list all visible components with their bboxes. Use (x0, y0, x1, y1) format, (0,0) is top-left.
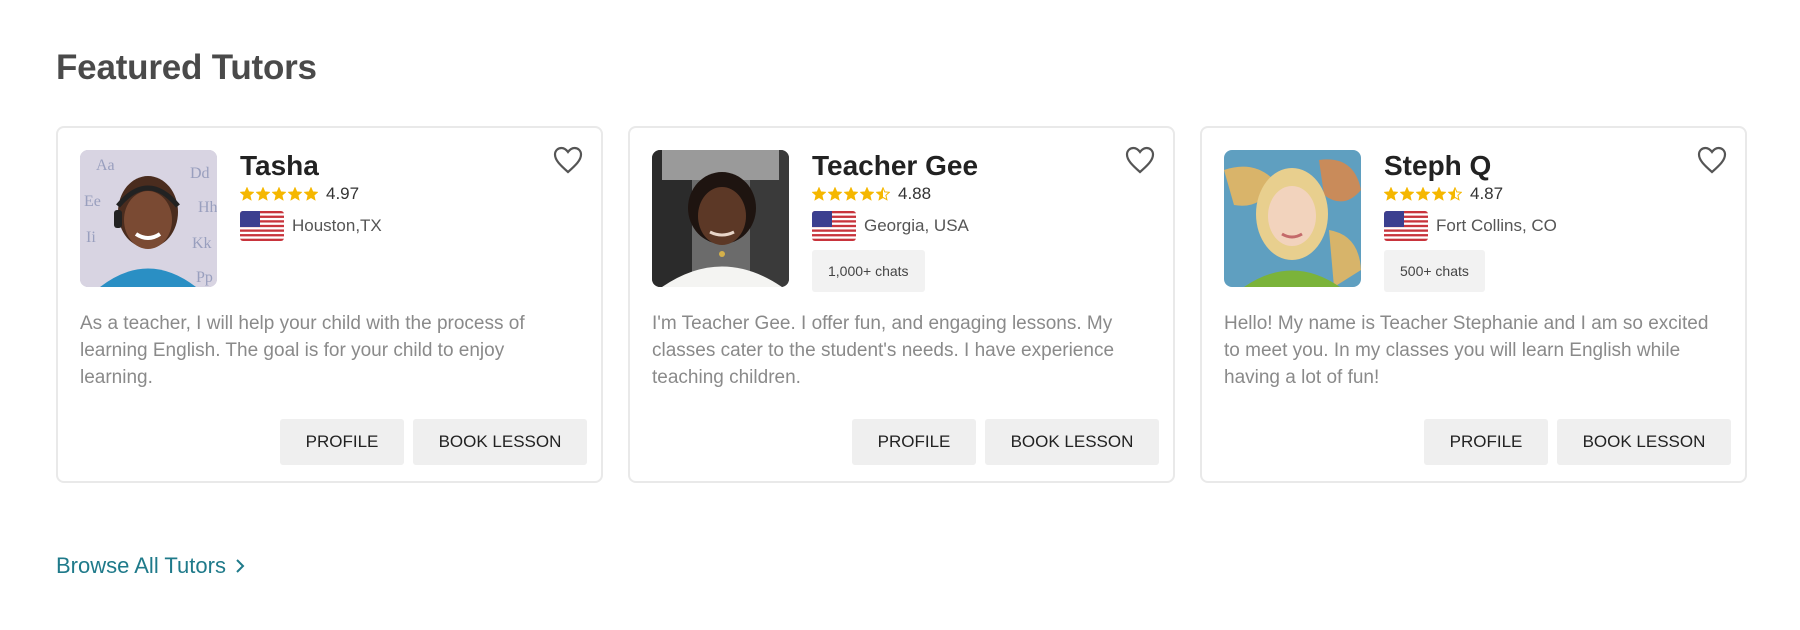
svg-text:Dd: Dd (190, 165, 210, 182)
location-row: Georgia, USA (812, 211, 969, 241)
svg-text:Pp: Pp (196, 269, 213, 286)
star-rating (812, 187, 890, 201)
tutor-card: Aa Dd Ee Hh Ii Kk Pp Tasha 4.97 Houston,… (56, 126, 603, 483)
star-full-icon (828, 187, 842, 201)
rating-row: 4.87 (1384, 184, 1503, 204)
svg-text:Aa: Aa (96, 157, 115, 174)
book-lesson-button[interactable]: BOOK LESSON (1557, 419, 1731, 465)
rating-value: 4.88 (898, 184, 932, 203)
star-full-icon (1416, 187, 1430, 201)
tutor-photo[interactable] (652, 150, 789, 287)
card-actions: PROFILE BOOK LESSON (1424, 419, 1731, 465)
svg-text:Ii: Ii (86, 229, 96, 246)
book-lesson-button[interactable]: BOOK LESSON (413, 419, 587, 465)
browse-link-label: Browse All Tutors (56, 553, 226, 578)
star-full-icon (844, 187, 858, 201)
star-half-icon (876, 187, 890, 201)
heart-icon[interactable] (1125, 146, 1155, 174)
tutor-name[interactable]: Steph Q (1384, 150, 1491, 182)
card-actions: PROFILE BOOK LESSON (852, 419, 1159, 465)
tutor-name[interactable]: Teacher Gee (812, 150, 978, 182)
star-full-icon (860, 187, 874, 201)
tutor-photo[interactable] (1224, 150, 1361, 287)
star-full-icon (304, 187, 318, 201)
tutor-name[interactable]: Tasha (240, 150, 319, 182)
star-rating (240, 187, 318, 201)
card-actions: PROFILE BOOK LESSON (280, 419, 587, 465)
tutor-location: Georgia, USA (864, 216, 969, 235)
heart-icon[interactable] (1697, 146, 1727, 174)
tutor-card: Steph Q 4.87 Fort Collins, CO 500+ chats… (1200, 126, 1747, 483)
svg-text:Hh: Hh (198, 199, 217, 216)
tutor-bio: Hello! My name is Teacher Stephanie and … (1224, 313, 1709, 388)
profile-button[interactable]: PROFILE (1424, 419, 1548, 465)
featured-tutors-section: Featured Tutors Aa Dd Ee Hh Ii Kk Pp Tas… (0, 0, 1800, 630)
tutor-photo[interactable]: Aa Dd Ee Hh Ii Kk Pp (80, 150, 217, 287)
tutor-card: Teacher Gee 4.88 Georgia, USA 1,000+ cha… (628, 126, 1175, 483)
us-flag-icon (812, 211, 856, 241)
chevron-right-icon (236, 559, 245, 573)
tutor-cards: Aa Dd Ee Hh Ii Kk Pp Tasha 4.97 Houston,… (56, 126, 1747, 483)
profile-button[interactable]: PROFILE (280, 419, 404, 465)
star-full-icon (1400, 187, 1414, 201)
star-half-icon (1448, 187, 1462, 201)
tutor-location: Houston,TX (292, 216, 382, 235)
browse-all-tutors-link[interactable]: Browse All Tutors (56, 553, 246, 579)
star-full-icon (256, 187, 270, 201)
star-full-icon (288, 187, 302, 201)
svg-text:Kk: Kk (192, 235, 212, 252)
location-row: Fort Collins, CO (1384, 211, 1557, 241)
svg-text:Ee: Ee (84, 193, 101, 210)
star-full-icon (240, 187, 254, 201)
star-full-icon (272, 187, 286, 201)
star-full-icon (812, 187, 826, 201)
star-full-icon (1432, 187, 1446, 201)
star-full-icon (1384, 187, 1398, 201)
chats-badge: 1,000+ chats (812, 250, 925, 292)
rating-row: 4.97 (240, 184, 359, 204)
heart-icon[interactable] (553, 146, 583, 174)
tutor-location: Fort Collins, CO (1436, 216, 1557, 235)
us-flag-icon (1384, 211, 1428, 241)
location-row: Houston,TX (240, 211, 382, 241)
book-lesson-button[interactable]: BOOK LESSON (985, 419, 1159, 465)
profile-button[interactable]: PROFILE (852, 419, 976, 465)
rating-row: 4.88 (812, 184, 931, 204)
tutor-bio: I'm Teacher Gee. I offer fun, and engagi… (652, 313, 1115, 388)
rating-value: 4.87 (1470, 184, 1504, 203)
section-title: Featured Tutors (56, 48, 317, 87)
us-flag-icon (240, 211, 284, 241)
tutor-bio: As a teacher, I will help your child wit… (80, 313, 525, 388)
chats-badge: 500+ chats (1384, 250, 1485, 292)
rating-value: 4.97 (326, 184, 360, 203)
star-rating (1384, 187, 1462, 201)
